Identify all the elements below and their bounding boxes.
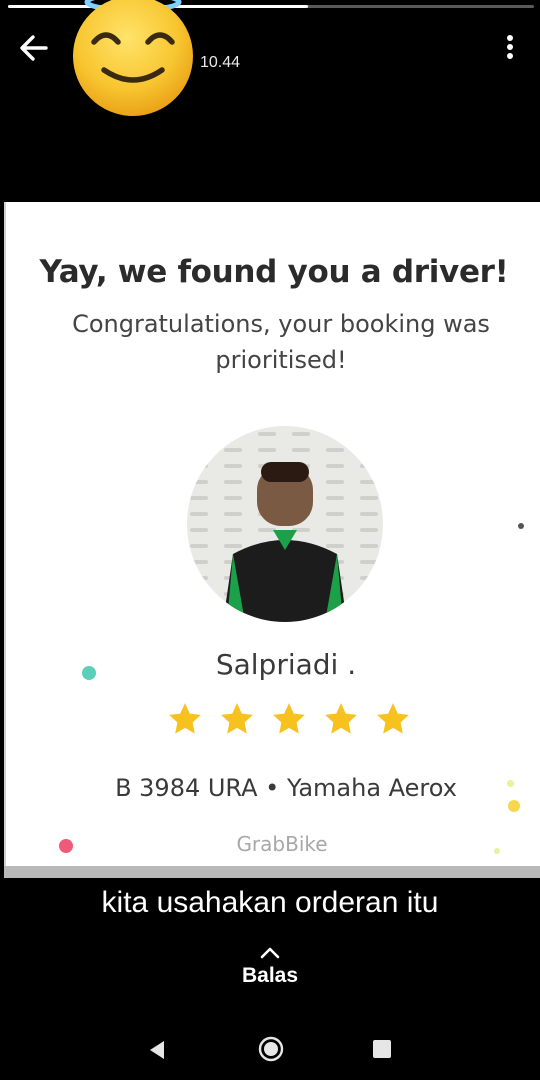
service-name: GrabBike [236, 832, 328, 856]
confetti-dot [507, 780, 514, 787]
nav-back-icon[interactable] [146, 1038, 168, 1062]
star-icon [273, 703, 305, 734]
star-icon [325, 703, 357, 734]
card-bottom-edge [4, 866, 540, 878]
chevron-up-icon [260, 947, 280, 959]
status-caption: kita usahakan orderan itu [101, 886, 439, 919]
confetti-dot [82, 666, 96, 680]
card-headline: Yay, we found you a driver! [39, 254, 509, 290]
vehicle-info: B 3984 URA • Yamaha Aerox [115, 774, 457, 802]
driver-photo [187, 426, 383, 622]
star-icon [377, 703, 409, 734]
rating-stars [166, 700, 412, 740]
arrow-left-icon[interactable] [14, 28, 54, 68]
confetti-dot [518, 523, 524, 529]
reply-button[interactable]: Balas [220, 946, 320, 1006]
nav-recents-icon[interactable] [373, 1040, 391, 1058]
status-image-card: Yay, we found you a driver! Congratulati… [4, 202, 540, 878]
more-vertical-icon[interactable] [496, 30, 524, 64]
system-nav-bar [0, 1020, 540, 1080]
reply-label: Balas [241, 964, 299, 987]
star-icon [169, 703, 201, 734]
confetti-dot [494, 848, 500, 854]
nav-home-icon[interactable] [258, 1036, 284, 1062]
avatar[interactable] [60, 0, 206, 120]
star-icon [221, 703, 253, 734]
story-timestamp: 10.44 [200, 54, 241, 71]
confetti-dot [508, 800, 520, 812]
card-subline: Congratulations, your booking was priori… [72, 310, 490, 374]
confetti-dot [59, 839, 73, 853]
